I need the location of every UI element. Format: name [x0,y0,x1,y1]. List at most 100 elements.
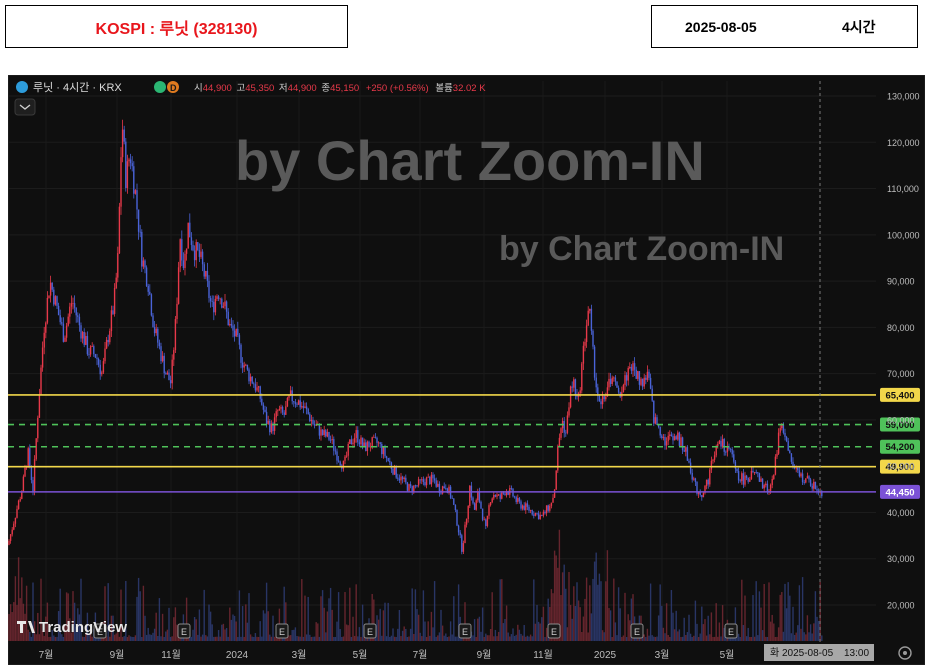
candle-body [24,467,26,477]
candle-body [205,270,207,277]
volume-bar [126,636,129,641]
volume-bar [83,636,85,641]
volume-bar [49,636,52,641]
candle-body [70,303,73,307]
volume-bar [721,605,724,641]
candle-body [808,476,810,480]
volume-bar [817,620,820,641]
volume-bar [320,596,322,641]
candle-body [421,479,423,481]
volume-bar [678,629,681,641]
candle-body [521,505,524,509]
candle-body [203,264,205,277]
candle-body [669,434,671,436]
candle-body [806,476,809,479]
volume-bar [273,636,276,641]
volume-bar [574,605,577,641]
x-tick-label: 2025 [594,650,617,661]
candle-body [624,375,626,385]
volume-bar [600,581,602,641]
volume-bar [768,582,770,641]
candle-body [637,371,639,379]
volume-bar [43,635,45,641]
candle-body [582,345,585,364]
candle-body [193,250,196,261]
volume-bar [563,564,565,641]
candle-body [232,325,234,331]
y-tick-label: 80,000 [887,323,915,333]
volume-bar [619,608,621,641]
candle-body [645,377,647,380]
volume-bar [448,636,450,641]
volume-bar [209,611,212,641]
volume-bar [240,636,242,641]
y-tick-label: 90,000 [887,277,915,287]
volume-bar [656,636,658,641]
candle-body [293,401,295,403]
volume-bar [336,621,338,641]
volume-bar [230,619,233,641]
volume-bar [528,636,530,641]
volume-bar [237,636,239,641]
volume-bar [297,636,300,641]
volume-bar [339,629,341,641]
volume-bar [515,634,517,641]
volume-bar [233,615,236,641]
candle-body [801,473,804,483]
volume-bar [709,634,711,641]
legend-collapse-button[interactable] [14,98,36,116]
volume-bar [696,623,698,641]
volume-bar [672,612,674,641]
volume-bar [397,628,399,641]
candle-body [765,483,767,486]
volume-bar [686,632,689,641]
candle-body [93,346,95,355]
candle-body [688,460,690,463]
volume-bar [790,633,793,641]
volume-bar [421,636,423,641]
candle-body [579,390,581,394]
candle-body [464,524,466,544]
candle-body [755,472,757,473]
volume-bar [649,583,652,641]
volume-bar [720,636,722,641]
candle-body [454,504,457,511]
candle-body [664,437,666,446]
volume-bar [566,627,569,641]
candle-body [803,482,805,484]
volume-bar [310,637,313,641]
candle-body [129,159,132,164]
candle-body [139,231,141,233]
candle-body [94,354,97,358]
volume-bar [272,615,274,641]
candle-body [776,453,778,457]
candle-body [48,295,50,298]
volume-bar [406,636,409,641]
volume-bar [222,623,225,641]
candle-body [307,409,309,415]
volume-bar [777,627,780,641]
volume-bar [30,636,33,641]
volume-bar [163,636,165,641]
volume-bar [251,636,253,641]
volume-bar [774,637,777,641]
volume-bar [325,632,327,641]
volume-bar [813,623,815,641]
volume-bar [323,607,325,641]
candle-body [377,442,380,444]
candle-body [261,398,263,405]
volume-bar [509,636,511,641]
volume-bar [256,636,258,641]
volume-bar [747,627,749,641]
volume-bar [627,614,629,641]
candle-body [773,474,775,479]
volume-bar [565,588,567,641]
candle-body [305,406,308,410]
candle-body [181,239,183,261]
candle-body [229,324,231,326]
volume-bar [587,632,589,641]
price-chart[interactable]: by Chart Zoom-IN by Chart Zoom-IN 65,400… [8,75,925,665]
volume-bar [744,595,746,641]
volume-bar [379,608,381,641]
candle-body [32,480,34,492]
